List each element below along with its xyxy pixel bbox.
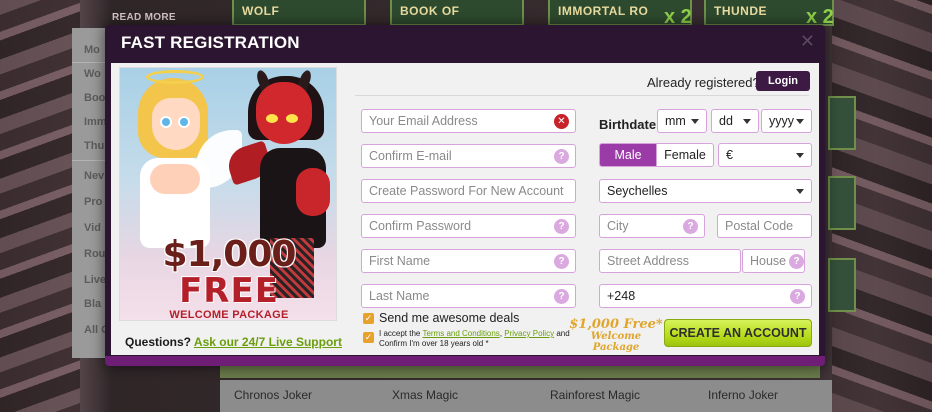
password-field[interactable]: Create Password For New Account [361, 179, 576, 203]
birth-month-select[interactable]: mm [657, 109, 707, 133]
game-tile-top[interactable]: BOOK OF [390, 0, 524, 26]
chevron-down-icon [743, 118, 751, 124]
terms-link[interactable]: Terms and Conditions [422, 329, 499, 338]
country-select[interactable]: Seychelles [599, 179, 812, 203]
game-tile-side[interactable] [828, 176, 856, 230]
menu-item[interactable]: Bla [84, 298, 101, 310]
error-icon: ✕ [554, 113, 569, 129]
currency-select[interactable]: € [718, 143, 812, 167]
postal-code-field[interactable]: Postal Code [717, 214, 812, 238]
last-name-field[interactable]: Last Name ? [361, 284, 576, 308]
help-icon[interactable]: ? [789, 253, 804, 269]
menu-item[interactable]: Live [84, 274, 106, 286]
game-name[interactable]: Rainforest Magic [550, 388, 640, 402]
city-field[interactable]: City ? [599, 214, 705, 238]
menu-item[interactable]: Boo [84, 92, 105, 104]
support-text: Questions? Ask our 24/7 Live Support [125, 335, 342, 349]
deals-label: Send me awesome deals [379, 311, 520, 325]
chevron-down-icon [691, 118, 699, 124]
chevron-down-icon [796, 152, 804, 158]
help-icon[interactable]: ? [790, 288, 805, 304]
modal-title: FAST REGISTRATION [121, 33, 300, 52]
chevron-down-icon [796, 118, 804, 124]
game-tile-side[interactable] [828, 96, 856, 150]
game-tile-side[interactable] [828, 258, 856, 312]
close-icon[interactable]: ✕ [800, 32, 815, 50]
registration-modal: FAST REGISTRATION ✕ $1,000 FREE WELCOME … [105, 25, 825, 366]
game-tile-top[interactable]: WOLF [232, 0, 366, 26]
help-icon[interactable]: ? [554, 253, 569, 269]
confirm-password-field[interactable]: Confirm Password ? [361, 214, 576, 238]
help-icon[interactable]: ? [554, 218, 569, 234]
menu-item[interactable]: Pro [84, 196, 102, 208]
phone-field[interactable]: +248 ? [599, 284, 812, 308]
promo-package: WELCOME PACKAGE [169, 309, 289, 321]
gender-toggle: Male Female [599, 143, 714, 167]
game-name[interactable]: Chronos Joker [234, 388, 312, 402]
login-button[interactable]: Login [756, 71, 810, 91]
confirm-email-field[interactable]: Confirm E-mail ? [361, 144, 576, 168]
terms-text: I accept the Terms and Conditions, Priva… [379, 329, 570, 348]
already-registered-text: Already registered? [647, 75, 760, 90]
house-field[interactable]: House ? [742, 249, 805, 273]
halo-icon [146, 70, 204, 84]
menu-item[interactable]: Rou [84, 248, 105, 260]
read-more-link[interactable]: READ MORE [112, 12, 176, 23]
promo-banner: $1,000 FREE WELCOME PACKAGE [119, 67, 337, 321]
menu-item[interactable]: Thu [84, 140, 104, 152]
gender-male-option[interactable]: Male [600, 144, 656, 166]
menu-item[interactable]: Vid [84, 222, 101, 234]
help-icon[interactable]: ? [554, 288, 569, 304]
help-icon[interactable]: ? [683, 218, 698, 234]
privacy-policy-link[interactable]: Privacy Policy [504, 329, 554, 338]
promo-amount: $1,000 [162, 234, 297, 275]
birth-year-select[interactable]: yyyy [761, 109, 812, 133]
menu-item[interactable]: Mo [84, 44, 100, 56]
create-account-button[interactable]: CREATE AN ACCOUNT [664, 319, 812, 347]
chevron-down-icon [796, 188, 804, 194]
game-name[interactable]: Inferno Joker [708, 388, 778, 402]
help-icon[interactable]: ? [554, 148, 569, 164]
first-name-field[interactable]: First Name ? [361, 249, 576, 273]
gender-female-option[interactable]: Female [656, 144, 713, 166]
game-strip [220, 366, 820, 378]
live-support-link[interactable]: Ask our 24/7 Live Support [194, 335, 342, 349]
modal-body: $1,000 FREE WELCOME PACKAGE Questions? A… [111, 63, 819, 355]
bonus-badge: $1,000 Free* Welcome Package [569, 317, 663, 353]
promo-free: FREE [179, 271, 279, 311]
email-field[interactable]: Your Email Address ✕ [361, 109, 576, 133]
menu-item[interactable]: Wo [84, 68, 101, 80]
game-name[interactable]: Xmas Magic [392, 388, 458, 402]
street-address-field[interactable]: Street Address [599, 249, 741, 273]
menu-item[interactable]: Nev [84, 170, 104, 182]
background-art-left [0, 0, 80, 412]
birthdate-label: Birthdate [599, 117, 657, 132]
modal-header: FAST REGISTRATION [105, 25, 825, 61]
birth-day-select[interactable]: dd [711, 109, 759, 133]
modal-footer-bar [105, 356, 825, 366]
divider [355, 95, 809, 96]
menu-item[interactable]: Imm [84, 116, 107, 128]
deals-checkbox[interactable]: ✓ [363, 313, 374, 324]
terms-checkbox[interactable]: ✓ [363, 332, 374, 343]
